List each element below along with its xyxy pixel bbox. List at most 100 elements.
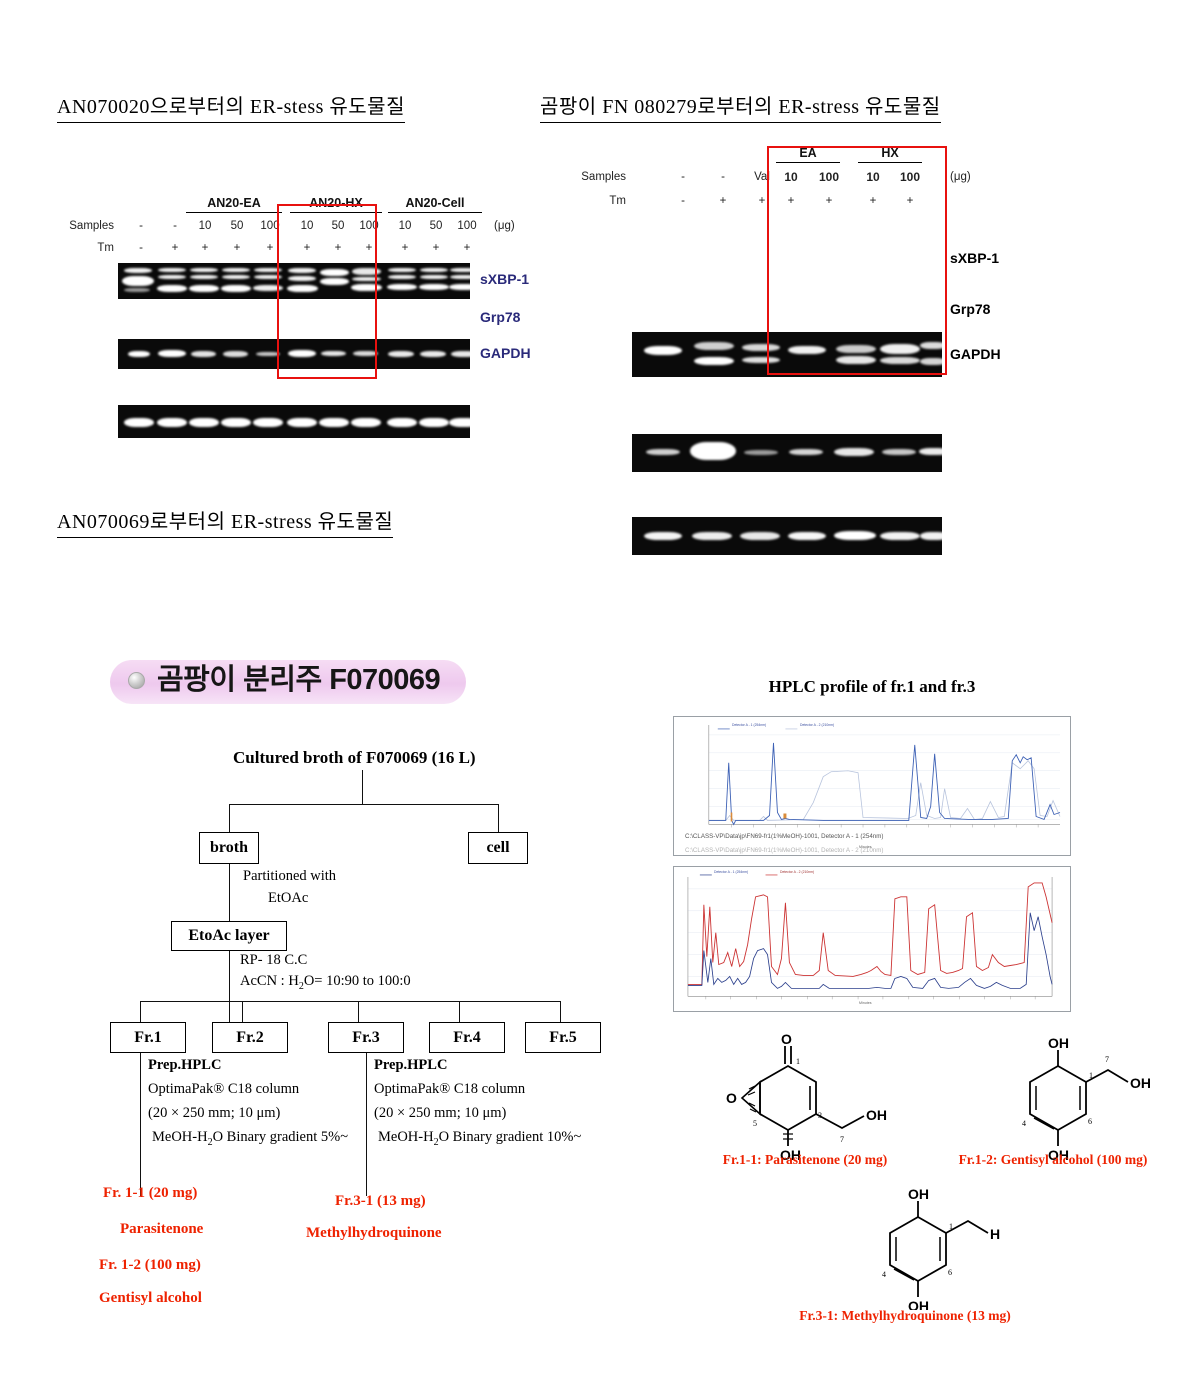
partition-note-line2: EtOAc [268, 890, 309, 906]
connector [366, 1053, 367, 1196]
atom-number-6: 6 [948, 1268, 952, 1277]
atom-label-oh-top: OH [908, 1186, 929, 1202]
gene-label-sxbp1-right: sXBP-1 [950, 250, 1000, 266]
unit-label: (μg) [950, 171, 971, 183]
hplc-right-dimensions: (20 × 250 mm; 10 μm) [374, 1105, 507, 1121]
structure-methylhydroquinone: OH OH H 1 4 6 [882, 1186, 1000, 1310]
blot-right-samples-row: Samples - - Val 10 100 10 100 (μg) [581, 168, 1012, 192]
result-fr11-amount: Fr. 1-1 (20 mg) [103, 1185, 198, 1201]
connector [140, 1053, 141, 1196]
result-fr31-name: Methylhydroquinone [306, 1225, 442, 1241]
tm-value: + [906, 195, 914, 207]
sample-value: 100 [818, 170, 840, 184]
atom-label-o-epoxide: O [726, 1090, 737, 1106]
sample-value: 100 [899, 170, 921, 184]
hplc-right-title: Prep.HPLC [374, 1057, 448, 1073]
cc-note-pre: AcCN : H [240, 973, 299, 989]
sample-value: - [681, 171, 685, 183]
gel-grp78-right [632, 434, 942, 472]
structure-parasitenone: O O OH OH 1 3 5 7 [726, 1031, 887, 1160]
gel-gapdh-right [632, 517, 942, 555]
atom-number-7: 7 [840, 1135, 844, 1144]
result-fr12-name: Gentisyl alcohol [99, 1290, 202, 1306]
chart1-footer-1: C:\CLASS-VP\Data\jp\FN69-fr1(1%MeOH)-100… [685, 833, 884, 840]
chart2-legend-1: Detector A - 1 (254nm) [714, 870, 749, 874]
hplc-left-column: OptimaPak® C18 column [148, 1081, 300, 1097]
connector [229, 864, 230, 926]
atom-number-1: 1 [1089, 1071, 1093, 1080]
atom-number-1: 1 [796, 1057, 800, 1066]
sample-value: - [721, 171, 725, 183]
gradient-post: O Binary gradient 5%~ [212, 1129, 349, 1145]
connector [498, 804, 499, 832]
hplc-chart-fr3-plot [674, 867, 1070, 1011]
connector [229, 804, 230, 832]
hplc-right-gradient: MeOH-H2O Binary gradient 10%~ [378, 1129, 581, 1148]
connector [560, 1001, 561, 1022]
structure-caption-gentisyl-alcohol: Fr.1-2: Gentisyl alcohol (100 mg) [958, 1152, 1148, 1167]
hplc-left-gradient: MeOH-H2O Binary gradient 5%~ [152, 1129, 348, 1148]
hplc-chart-fr3: Detector A - 1 (254nm) Detector A - 2 (2… [673, 866, 1071, 1012]
tm-value: + [869, 195, 877, 207]
result-fr31-amount: Fr.3-1 (13 mg) [335, 1193, 426, 1209]
atom-label-o-ketone: O [781, 1031, 792, 1047]
tm-value: + [787, 195, 795, 207]
gene-label-gapdh-right: GAPDH [950, 346, 1001, 362]
flowchart-box-fr5: Fr.5 [525, 1022, 601, 1053]
sample-value: Val [754, 171, 770, 183]
result-fr12-amount: Fr. 1-2 (100 mg) [99, 1257, 201, 1273]
atom-label-oh-top: OH [1048, 1035, 1069, 1051]
sample-value: 10 [866, 170, 880, 184]
chart2-legend-2: Detector A - 2 (210nm) [780, 870, 815, 874]
connector [358, 1001, 359, 1022]
flowchart: Cultured broth of F070069 (16 L) broth c… [0, 0, 660, 1374]
result-fr11-name: Parasitenone [120, 1221, 204, 1237]
tm-value: + [719, 195, 727, 207]
gradient-pre: MeOH-H [378, 1129, 434, 1145]
cc-note-line2: AcCN : H2O= 10:90 to 100:0 [240, 973, 411, 992]
cc-note-post: O= 10:90 to 100:0 [303, 973, 411, 989]
sample-value: 10 [784, 170, 798, 184]
chart1-legend-1: Detector A - 1 (254nm) [732, 723, 767, 727]
gel-sxbp1-right [632, 332, 942, 377]
flowchart-box-fr3: Fr.3 [328, 1022, 404, 1053]
connector [229, 804, 499, 805]
tm-value: - [681, 195, 685, 207]
hplc-left-dimensions: (20 × 250 mm; 10 μm) [148, 1105, 281, 1121]
cc-note-line1: RP- 18 C.C [240, 952, 308, 968]
connector [140, 1001, 560, 1002]
hplc-left-title: Prep.HPLC [148, 1057, 222, 1073]
gradient-post: O Binary gradient 10%~ [438, 1129, 582, 1145]
tm-value: + [758, 195, 766, 207]
atom-label-h: H [990, 1226, 1000, 1242]
gene-label-grp78-right: Grp78 [950, 301, 991, 317]
chart1-legend-2: Detector A - 2 (210nm) [800, 723, 835, 727]
connector [242, 1001, 243, 1022]
atom-number-1: 1 [949, 1222, 953, 1231]
connector [362, 770, 363, 804]
atom-label-oh-c7: OH [866, 1107, 887, 1123]
connector [229, 951, 230, 1022]
chart1-footer-2: C:\CLASS-VP\Data\jp\FN69-fr1(1%MeOH)-100… [685, 847, 884, 854]
hplc-right-column: OptimaPak® C18 column [374, 1081, 526, 1097]
connector [140, 1001, 141, 1022]
structure-gentisyl-alcohol: OH OH OH 1 4 6 7 [1022, 1035, 1150, 1160]
structure-caption-methylhydroquinone: Fr.3-1: Methylhydroquinone (13 mg) [799, 1308, 1011, 1323]
group-label-ea: EA [776, 146, 840, 163]
structure-caption-parasitenone: Fr.1-1: Parasitenone (20 mg) [722, 1152, 888, 1167]
flowchart-box-fr1: Fr.1 [110, 1022, 186, 1053]
flowchart-root-label: Cultured broth of F070069 (16 L) [233, 748, 476, 767]
atom-number-4: 4 [882, 1270, 886, 1279]
group-label-hx: HX [858, 146, 922, 163]
atom-label-oh-c7: OH [1130, 1075, 1150, 1091]
flowchart-box-fr4: Fr.4 [429, 1022, 505, 1053]
flowchart-box-fr2: Fr.2 [212, 1022, 288, 1053]
blot-right-group-header: EA HX [632, 146, 1012, 168]
chart2-xlabel: Minutes [859, 1001, 872, 1005]
blot-right-tm-row: Tm - + + + + + + [609, 192, 1012, 216]
atom-number-3: 3 [818, 1111, 822, 1120]
blot-panel-fn080279: EA HX Samples - - Val 10 100 10 100 (μg)… [581, 146, 1012, 216]
connector [459, 1001, 460, 1022]
tm-value: + [825, 195, 833, 207]
flowchart-box-broth: broth [199, 832, 259, 864]
